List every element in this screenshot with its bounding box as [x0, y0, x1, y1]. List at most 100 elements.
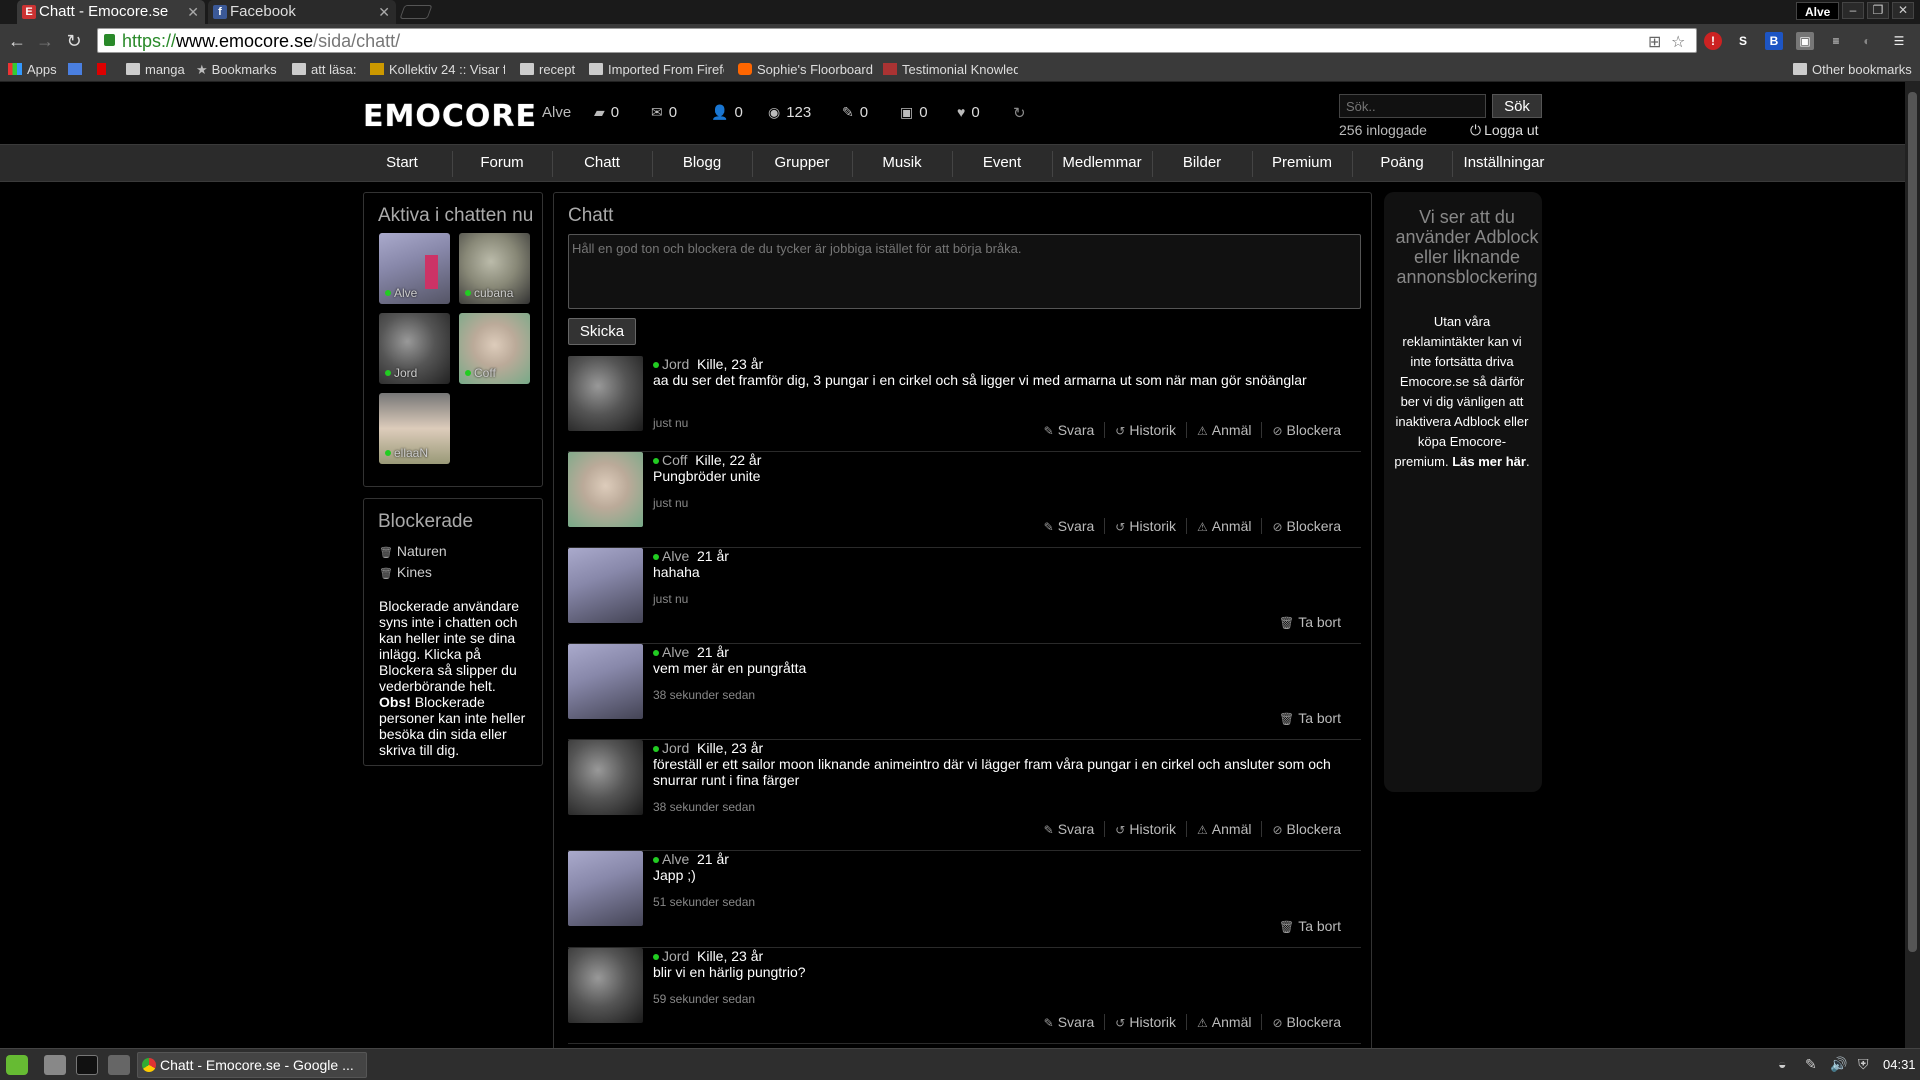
b-extension-icon[interactable]: B — [1765, 32, 1783, 50]
block-action[interactable]: ⊘ Blockera — [1261, 1014, 1351, 1030]
bookmark-apps[interactable]: Apps — [8, 61, 57, 79]
read-more-link[interactable]: Läs mer här — [1452, 454, 1526, 469]
report-action[interactable]: ⚠ Anmäl — [1186, 422, 1261, 438]
message-username[interactable]: Coff — [662, 452, 687, 468]
bookmark-recept[interactable]: recept — [520, 61, 575, 79]
active-user-avatar[interactable]: ellaaN — [379, 393, 450, 464]
report-action[interactable]: ⚠ Anmäl — [1186, 1014, 1261, 1030]
active-user-avatar[interactable]: Jord — [379, 313, 450, 384]
delete-action[interactable]: 🗑 Ta bort — [1269, 614, 1351, 630]
bookmark-other[interactable]: Other bookmarks — [1793, 61, 1912, 79]
nav-installningar[interactable]: Inställningar — [1452, 145, 1556, 181]
bookmark-kollektiv[interactable]: Kollektiv 24 :: Visar fö — [370, 61, 505, 79]
block-action[interactable]: ⊘ Blockera — [1261, 821, 1351, 837]
nav-start[interactable]: Start — [352, 145, 452, 181]
restore-icon[interactable]: ❐ — [1867, 2, 1889, 19]
message-avatar[interactable] — [568, 452, 643, 527]
likes-stat[interactable]: ♥ 0 — [957, 104, 980, 121]
mail-stat[interactable]: ✉ 0 — [651, 104, 677, 121]
profile-button[interactable]: Alve — [1796, 2, 1840, 20]
show-desktop-icon[interactable] — [44, 1055, 66, 1075]
refresh-icon[interactable]: ↻ — [1013, 104, 1026, 122]
delete-action[interactable]: 🗑 Ta bort — [1269, 918, 1351, 934]
nav-blogg[interactable]: Blogg — [652, 145, 752, 181]
posts-stat[interactable]: ▰ 0 — [594, 104, 619, 121]
weather-icon[interactable]: ◒ — [1778, 1056, 1786, 1072]
message-avatar[interactable] — [568, 948, 643, 1023]
back-icon[interactable]: ← — [6, 31, 28, 52]
nav-poang[interactable]: Poäng — [1352, 145, 1452, 181]
history-action[interactable]: ↺ Historik — [1104, 518, 1186, 534]
nav-premium[interactable]: Premium — [1252, 145, 1352, 181]
chat-message-input[interactable] — [568, 234, 1361, 309]
history-action[interactable]: ↺ Historik — [1104, 821, 1186, 837]
close-tab-icon[interactable]: ✕ — [187, 0, 199, 24]
lastpass-extension-icon[interactable]: ≡ — [1827, 32, 1845, 50]
message-username[interactable]: Alve — [662, 644, 689, 660]
logout-link[interactable]: ⏻ Logga ut — [1470, 122, 1539, 139]
reply-action[interactable]: ✎ Svara — [1034, 1014, 1105, 1030]
address-bar[interactable]: https://www.emocore.se/sida/chatt/ ⊞ ☆ — [97, 28, 1697, 53]
message-avatar[interactable] — [568, 356, 643, 431]
bookmark-bookmarks[interactable]: ★ Bookmarks — [196, 61, 277, 79]
send-button[interactable]: Skicka — [568, 318, 636, 345]
page-scrollbar[interactable] — [1905, 82, 1920, 1048]
chrome-task-button[interactable]: Chatt - Emocore.se - Google ... — [137, 1052, 367, 1078]
reply-action[interactable]: ✎ Svara — [1034, 821, 1105, 837]
history-action[interactable]: ↺ Historik — [1104, 1014, 1186, 1030]
bookmark-manga[interactable]: manga — [126, 61, 185, 79]
message-username[interactable]: Jord — [662, 948, 689, 964]
bookmark-netflix[interactable] — [97, 61, 111, 79]
nav-bilder[interactable]: Bilder — [1152, 145, 1252, 181]
message-username[interactable]: Jord — [662, 740, 689, 756]
reply-action[interactable]: ✎ Svara — [1034, 422, 1105, 438]
message-username[interactable]: Alve — [662, 548, 689, 564]
online-count[interactable]: 256 inloggade — [1339, 122, 1427, 138]
search-button[interactable]: Sök — [1492, 94, 1542, 118]
message-username[interactable]: Alve — [662, 851, 689, 867]
nav-musik[interactable]: Musik — [852, 145, 952, 181]
menu-icon[interactable]: ☰ — [1890, 32, 1908, 50]
bookmark-sophies[interactable]: Sophie's Floorboard — [738, 61, 873, 79]
bookmark-imported[interactable]: Imported From Firefo — [589, 61, 724, 79]
photos-stat[interactable]: ▣ 0 — [900, 104, 928, 121]
message-avatar[interactable] — [568, 548, 643, 623]
nav-forum[interactable]: Forum — [452, 145, 552, 181]
reply-action[interactable]: ✎ Svara — [1034, 518, 1105, 534]
blocked-user[interactable]: 🗑 Naturen — [379, 543, 447, 559]
network-icon[interactable]: ✎ — [1805, 1056, 1817, 1073]
volume-icon[interactable]: 🔊 — [1830, 1056, 1847, 1073]
bookmark-testimonial[interactable]: Testimonial Knowled — [883, 61, 1018, 79]
delete-action[interactable]: 🗑 Ta bort — [1269, 710, 1351, 726]
message-avatar[interactable] — [568, 851, 643, 926]
adblock-extension-icon[interactable]: ! — [1704, 32, 1722, 50]
report-action[interactable]: ⚠ Anmäl — [1186, 821, 1261, 837]
extension-icon[interactable]: ▣ — [1796, 32, 1814, 50]
file-manager-icon[interactable] — [108, 1055, 130, 1075]
emocore-logo[interactable]: EMOCORE — [363, 99, 537, 134]
extension-grey-icon[interactable]: ◐ — [1858, 32, 1876, 50]
close-window-icon[interactable]: ✕ — [1892, 2, 1914, 19]
s-extension-icon[interactable]: S — [1734, 32, 1752, 50]
mint-menu-icon[interactable] — [6, 1055, 28, 1075]
bookmark-att-lasa[interactable]: att läsa: — [292, 61, 357, 79]
bookmark-translate[interactable] — [68, 61, 87, 79]
nav-event[interactable]: Event — [952, 145, 1052, 181]
new-tab-button[interactable] — [399, 5, 433, 19]
nav-medlemmar[interactable]: Medlemmar — [1052, 145, 1152, 181]
active-user-avatar[interactable]: Coff — [459, 313, 530, 384]
tab-emocore[interactable]: E Chatt - Emocore.se ✕ — [17, 0, 205, 24]
message-avatar[interactable] — [568, 644, 643, 719]
bookmark-star-icon[interactable]: ☆ — [1671, 32, 1685, 52]
reload-icon[interactable]: ↻ — [63, 31, 85, 52]
message-avatar[interactable] — [568, 740, 643, 815]
scrollbar-thumb[interactable] — [1908, 92, 1917, 952]
report-action[interactable]: ⚠ Anmäl — [1186, 518, 1261, 534]
nav-chatt[interactable]: Chatt — [552, 145, 652, 181]
header-username[interactable]: Alve — [542, 104, 571, 121]
tab-facebook[interactable]: f Facebook ✕ — [208, 0, 396, 24]
minimize-icon[interactable]: – — [1842, 2, 1864, 19]
visitors-stat[interactable]: ◉ 123 — [768, 104, 811, 121]
close-tab-icon[interactable]: ✕ — [378, 0, 390, 24]
search-input[interactable] — [1339, 94, 1486, 118]
